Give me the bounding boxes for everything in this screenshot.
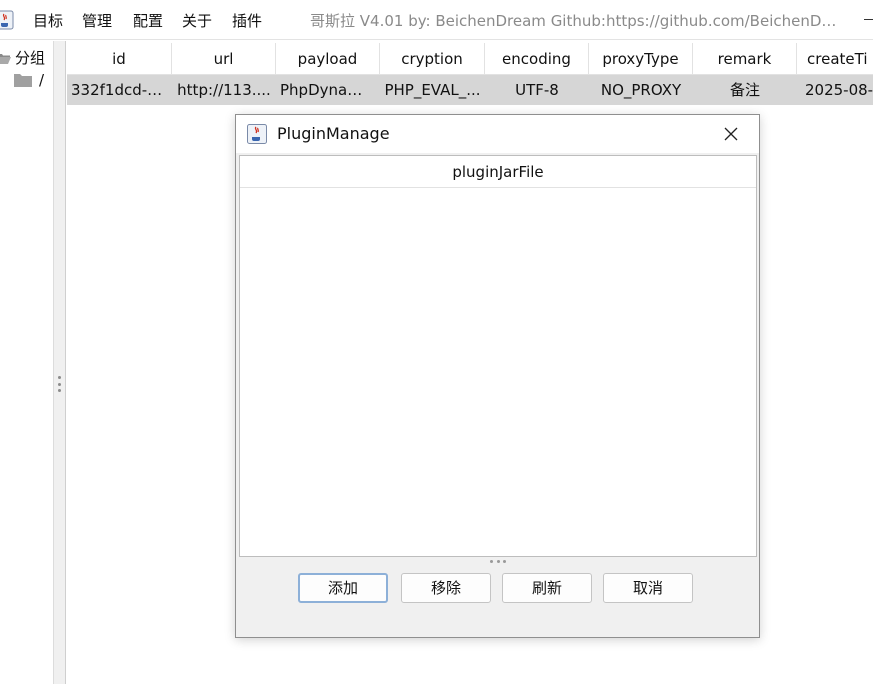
table-header: id url payload cryption encoding proxyTy…	[67, 43, 873, 75]
cell-payload: PhpDynami...	[280, 81, 380, 99]
plugin-jar-table[interactable]: pluginJarFile	[239, 155, 757, 557]
cancel-button[interactable]: 取消	[603, 573, 693, 603]
java-cup-icon	[247, 124, 267, 144]
column-header-cryption[interactable]: cryption	[380, 43, 485, 75]
menu-about[interactable]: 关于	[182, 10, 212, 31]
minimize-icon[interactable]	[864, 19, 873, 20]
tree-node-child[interactable]: /	[14, 71, 44, 89]
column-header-encoding[interactable]: encoding	[485, 43, 589, 75]
cell-remark: 备注	[729, 81, 760, 99]
menu-manage[interactable]: 管理	[82, 10, 112, 31]
cell-encoding: UTF-8	[515, 81, 559, 99]
cell-proxytype: NO_PROXY	[600, 81, 682, 99]
tree-root-label: 分组	[15, 49, 46, 67]
column-header-id[interactable]: id	[67, 43, 172, 75]
folder-icon	[14, 74, 32, 87]
splitter-grip-icon[interactable]	[58, 376, 61, 392]
group-tree: 分组 /	[0, 41, 54, 684]
menu-plugins[interactable]: 插件	[232, 10, 262, 31]
column-header-pluginjarfile[interactable]: pluginJarFile	[240, 156, 756, 188]
menu-target[interactable]: 目标	[33, 10, 63, 31]
column-header-payload[interactable]: payload	[276, 43, 380, 75]
plugin-manage-dialog: PluginManage pluginJarFile 添加 移除 刷新 取消	[235, 114, 760, 638]
table-row[interactable]: 332f1dcd-8... http://113.... PhpDynami..…	[67, 75, 873, 105]
dialog-titlebar[interactable]: PluginManage	[236, 115, 759, 153]
close-icon[interactable]	[722, 125, 740, 143]
add-button[interactable]: 添加	[298, 573, 388, 603]
cell-url: http://113....	[177, 81, 271, 99]
tree-node-root[interactable]: 分组	[0, 47, 45, 68]
resize-grip-icon[interactable]	[490, 560, 506, 564]
folder-open-icon	[0, 53, 11, 64]
split-pane-divider[interactable]	[54, 41, 66, 684]
menu-config[interactable]: 配置	[133, 10, 163, 31]
cell-cryption: PHP_EVAL_...	[384, 81, 481, 99]
window-title: 哥斯拉 V4.01 by: BeichenDream Github:https:…	[310, 12, 842, 30]
refresh-button[interactable]: 刷新	[502, 573, 592, 603]
column-header-proxytype[interactable]: proxyType	[589, 43, 693, 75]
remove-button[interactable]: 移除	[401, 573, 491, 603]
tree-child-label: /	[39, 71, 45, 89]
main-window-titlebar: 目标 管理 配置 关于 插件 哥斯拉 V4.01 by: BeichenDrea…	[0, 0, 873, 40]
column-header-createtime[interactable]: createTi	[797, 43, 873, 75]
column-header-url[interactable]: url	[172, 43, 276, 75]
dialog-title: PluginManage	[277, 124, 390, 143]
java-cup-icon	[0, 10, 14, 30]
column-header-remark[interactable]: remark	[693, 43, 797, 75]
cell-createtime: 2025-08-1	[805, 81, 873, 99]
cell-id: 332f1dcd-8...	[71, 81, 172, 99]
